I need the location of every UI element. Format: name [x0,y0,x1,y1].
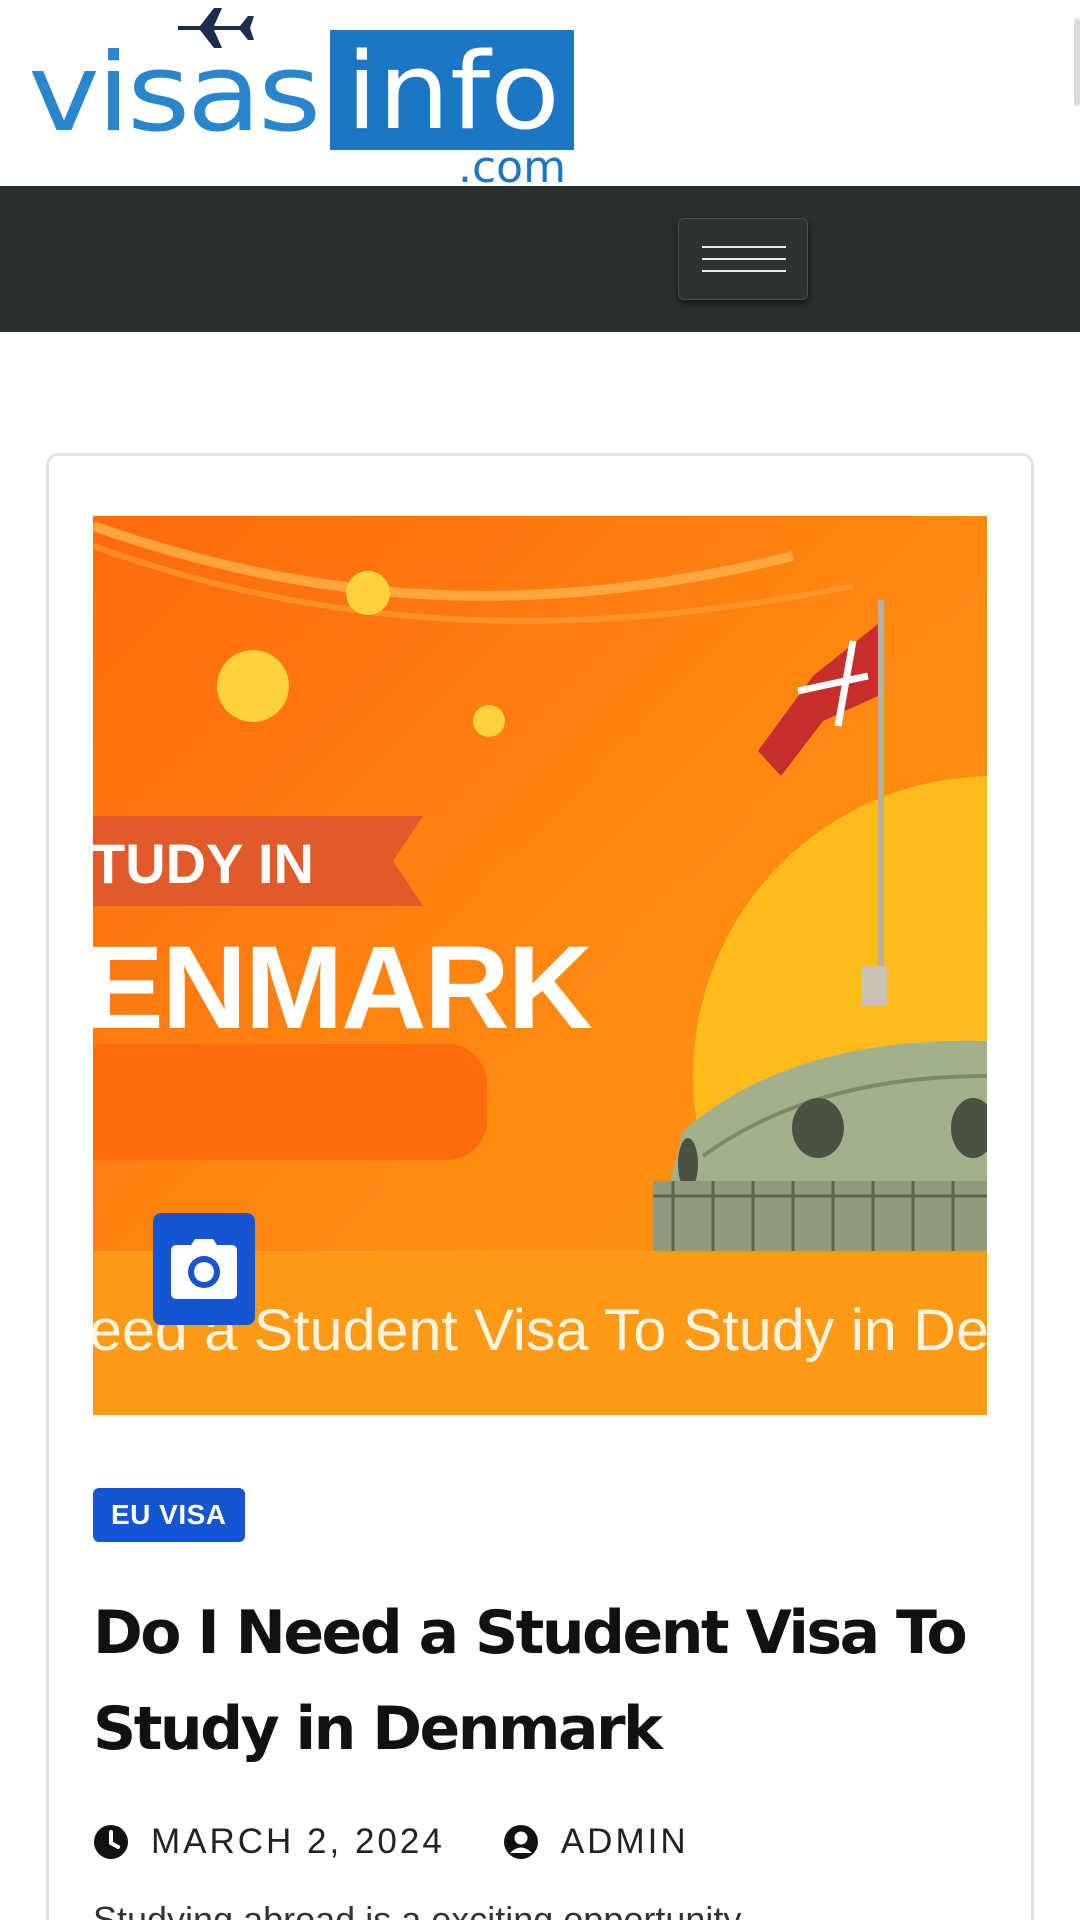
hamburger-icon-bar [702,270,786,272]
logo-word-left: visas [28,31,318,156]
camera-icon [171,1239,237,1299]
post-date-link[interactable]: MARCH 2, 2024 [93,1822,445,1862]
scrollbar[interactable] [1074,18,1080,106]
post-author[interactable]: ADMIN [561,1822,689,1862]
post-excerpt: Studying abroad is a exciting opportunit… [93,1899,742,1920]
user-circle-icon [503,1825,538,1859]
image-banner-main: ENMARK [93,922,593,1054]
site-logo[interactable]: visas info .com [28,0,574,193]
logo-tld: .com [458,142,566,186]
hamburger-icon [702,246,786,248]
post-title-line2[interactable]: Study in Denmark [93,1694,663,1764]
visasinfo-logo: visas info .com [28,8,574,193]
logo-word-right: info [346,30,560,153]
site-header: visas info .com [0,0,1080,193]
format-badge [153,1213,255,1325]
menu-toggle-button[interactable] [678,218,808,300]
post-date[interactable]: MARCH 2, 2024 [151,1822,445,1862]
post-meta: MARCH 2, 2024 ADMIN [93,1820,747,1864]
post-title-line1[interactable]: Do I Need a Student Visa To [93,1598,968,1668]
post-title[interactable]: Do I Need a Student Visa To Study in Den… [93,1585,993,1777]
main-navbar [0,186,1080,332]
clock-icon [94,1825,128,1859]
hamburger-icon-bar [702,258,786,260]
post-author-link[interactable]: ADMIN [503,1822,689,1862]
category-badge[interactable]: EU VISA [93,1488,245,1542]
image-banner-top: TUDY IN [93,832,314,895]
